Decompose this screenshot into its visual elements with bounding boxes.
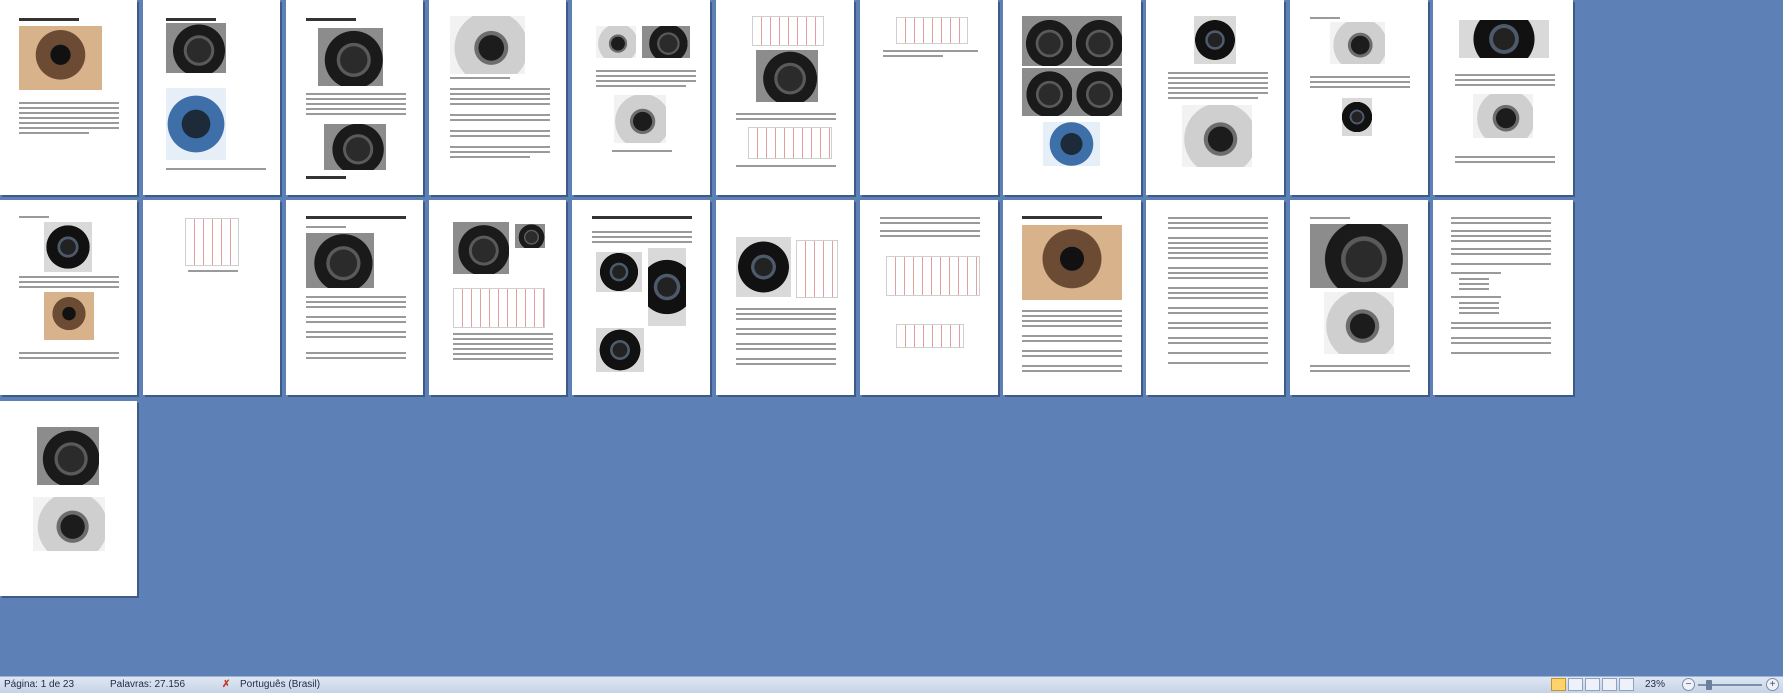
lens-photo (1194, 16, 1236, 64)
page-thumbnail-15[interactable] (429, 200, 566, 395)
camera-photo (324, 124, 386, 170)
page-thumbnail-14[interactable] (286, 200, 423, 395)
lens-mount-photo (736, 237, 791, 297)
page-thumbnail-4[interactable] (429, 0, 566, 195)
optics-diagram (896, 17, 968, 44)
optics-diagram (896, 324, 964, 348)
page-thumbnail-20[interactable] (1146, 200, 1284, 395)
optics-diagram (748, 127, 832, 159)
page-thumbnail-16[interactable] (572, 200, 710, 395)
page-thumbnail-3[interactable] (286, 0, 423, 195)
camera-photo (596, 26, 636, 58)
camera-photo (1072, 68, 1122, 116)
page-heading (19, 18, 79, 21)
camera-photo (453, 222, 509, 274)
page-thumbnail-18[interactable] (860, 200, 998, 395)
camera-photo (318, 28, 383, 86)
lens-photo (648, 248, 686, 326)
camera-photo (1022, 16, 1072, 66)
draft-view-button[interactable] (1619, 678, 1634, 691)
camera-photo (33, 497, 105, 551)
camera-photo (1310, 224, 1408, 288)
page-count[interactable]: Página: 1 de 23 (4, 678, 74, 692)
camera-photo (44, 292, 94, 340)
page-thumbnail-13[interactable] (143, 200, 280, 395)
camera-photo (37, 427, 99, 485)
optics-diagram (796, 240, 838, 298)
page-thumbnail-17[interactable] (716, 200, 854, 395)
camera-section-diagram (886, 256, 980, 296)
zoom-in-button[interactable]: + (1766, 678, 1779, 691)
zoom-out-button[interactable]: − (1682, 678, 1695, 691)
camera-photo (450, 16, 525, 74)
optics-diagram (752, 16, 824, 46)
page-thumbnail-7[interactable] (860, 0, 998, 195)
page-thumbnail-6[interactable] (716, 0, 854, 195)
camera-photo (19, 26, 102, 90)
page-thumbnail-1[interactable] (0, 0, 137, 195)
digital-camera-photo (1022, 225, 1122, 300)
language-indicator[interactable]: Português (Brasil) (240, 678, 320, 692)
page-thumbnail-10[interactable] (1290, 0, 1428, 195)
page-thumbnail-9[interactable] (1146, 0, 1284, 195)
camera-photo (166, 23, 226, 73)
camera-cutaway-diagram (185, 218, 239, 266)
page-thumbnail-12[interactable] (0, 200, 137, 395)
flash-photo (1043, 122, 1100, 166)
camera-photo (1022, 68, 1072, 116)
web-layout-view-button[interactable] (1585, 678, 1600, 691)
print-layout-view-button[interactable] (1551, 678, 1566, 691)
camera-photo (1324, 292, 1394, 354)
word-count[interactable]: Palavras: 27.156 (110, 678, 185, 692)
optics-diagram (453, 288, 545, 328)
full-screen-reading-view-button[interactable] (1568, 678, 1583, 691)
page-thumbnail-2[interactable] (143, 0, 280, 195)
page-thumbnail-22[interactable] (1433, 200, 1573, 395)
spelling-error-icon[interactable]: ✗ (222, 678, 230, 692)
page-thumbnail-8[interactable] (1003, 0, 1141, 195)
lens-photo (596, 252, 642, 292)
lens-photo (1459, 20, 1549, 58)
zoom-level[interactable]: 23% (1645, 678, 1665, 692)
camera-photo (1072, 16, 1122, 66)
lens-photo (1342, 98, 1372, 136)
maxxum-logo-photo (515, 224, 545, 248)
camera-photo (756, 50, 818, 102)
camera-photo (642, 26, 690, 58)
page-thumbnail-21[interactable] (1290, 200, 1428, 395)
viewfinder-photo (1330, 22, 1385, 64)
lens-photo (596, 328, 644, 372)
camera-photo (166, 88, 226, 160)
camera-photo (306, 233, 374, 288)
page-thumbnail-19[interactable] (1003, 200, 1141, 395)
lens-photo (1473, 94, 1533, 138)
lens-photo (44, 222, 92, 272)
page-thumbnail-23[interactable] (0, 401, 137, 596)
status-bar: Página: 1 de 23 Palavras: 27.156 ✗ Portu… (0, 676, 1783, 693)
page-thumbnail-5[interactable] (572, 0, 710, 195)
outline-view-button[interactable] (1602, 678, 1617, 691)
page-thumbnail-11[interactable] (1433, 0, 1573, 195)
lens-photo (614, 95, 666, 143)
zoom-slider-thumb[interactable] (1706, 680, 1712, 690)
camera-photo (1182, 105, 1252, 167)
document-canvas[interactable] (0, 0, 1783, 676)
